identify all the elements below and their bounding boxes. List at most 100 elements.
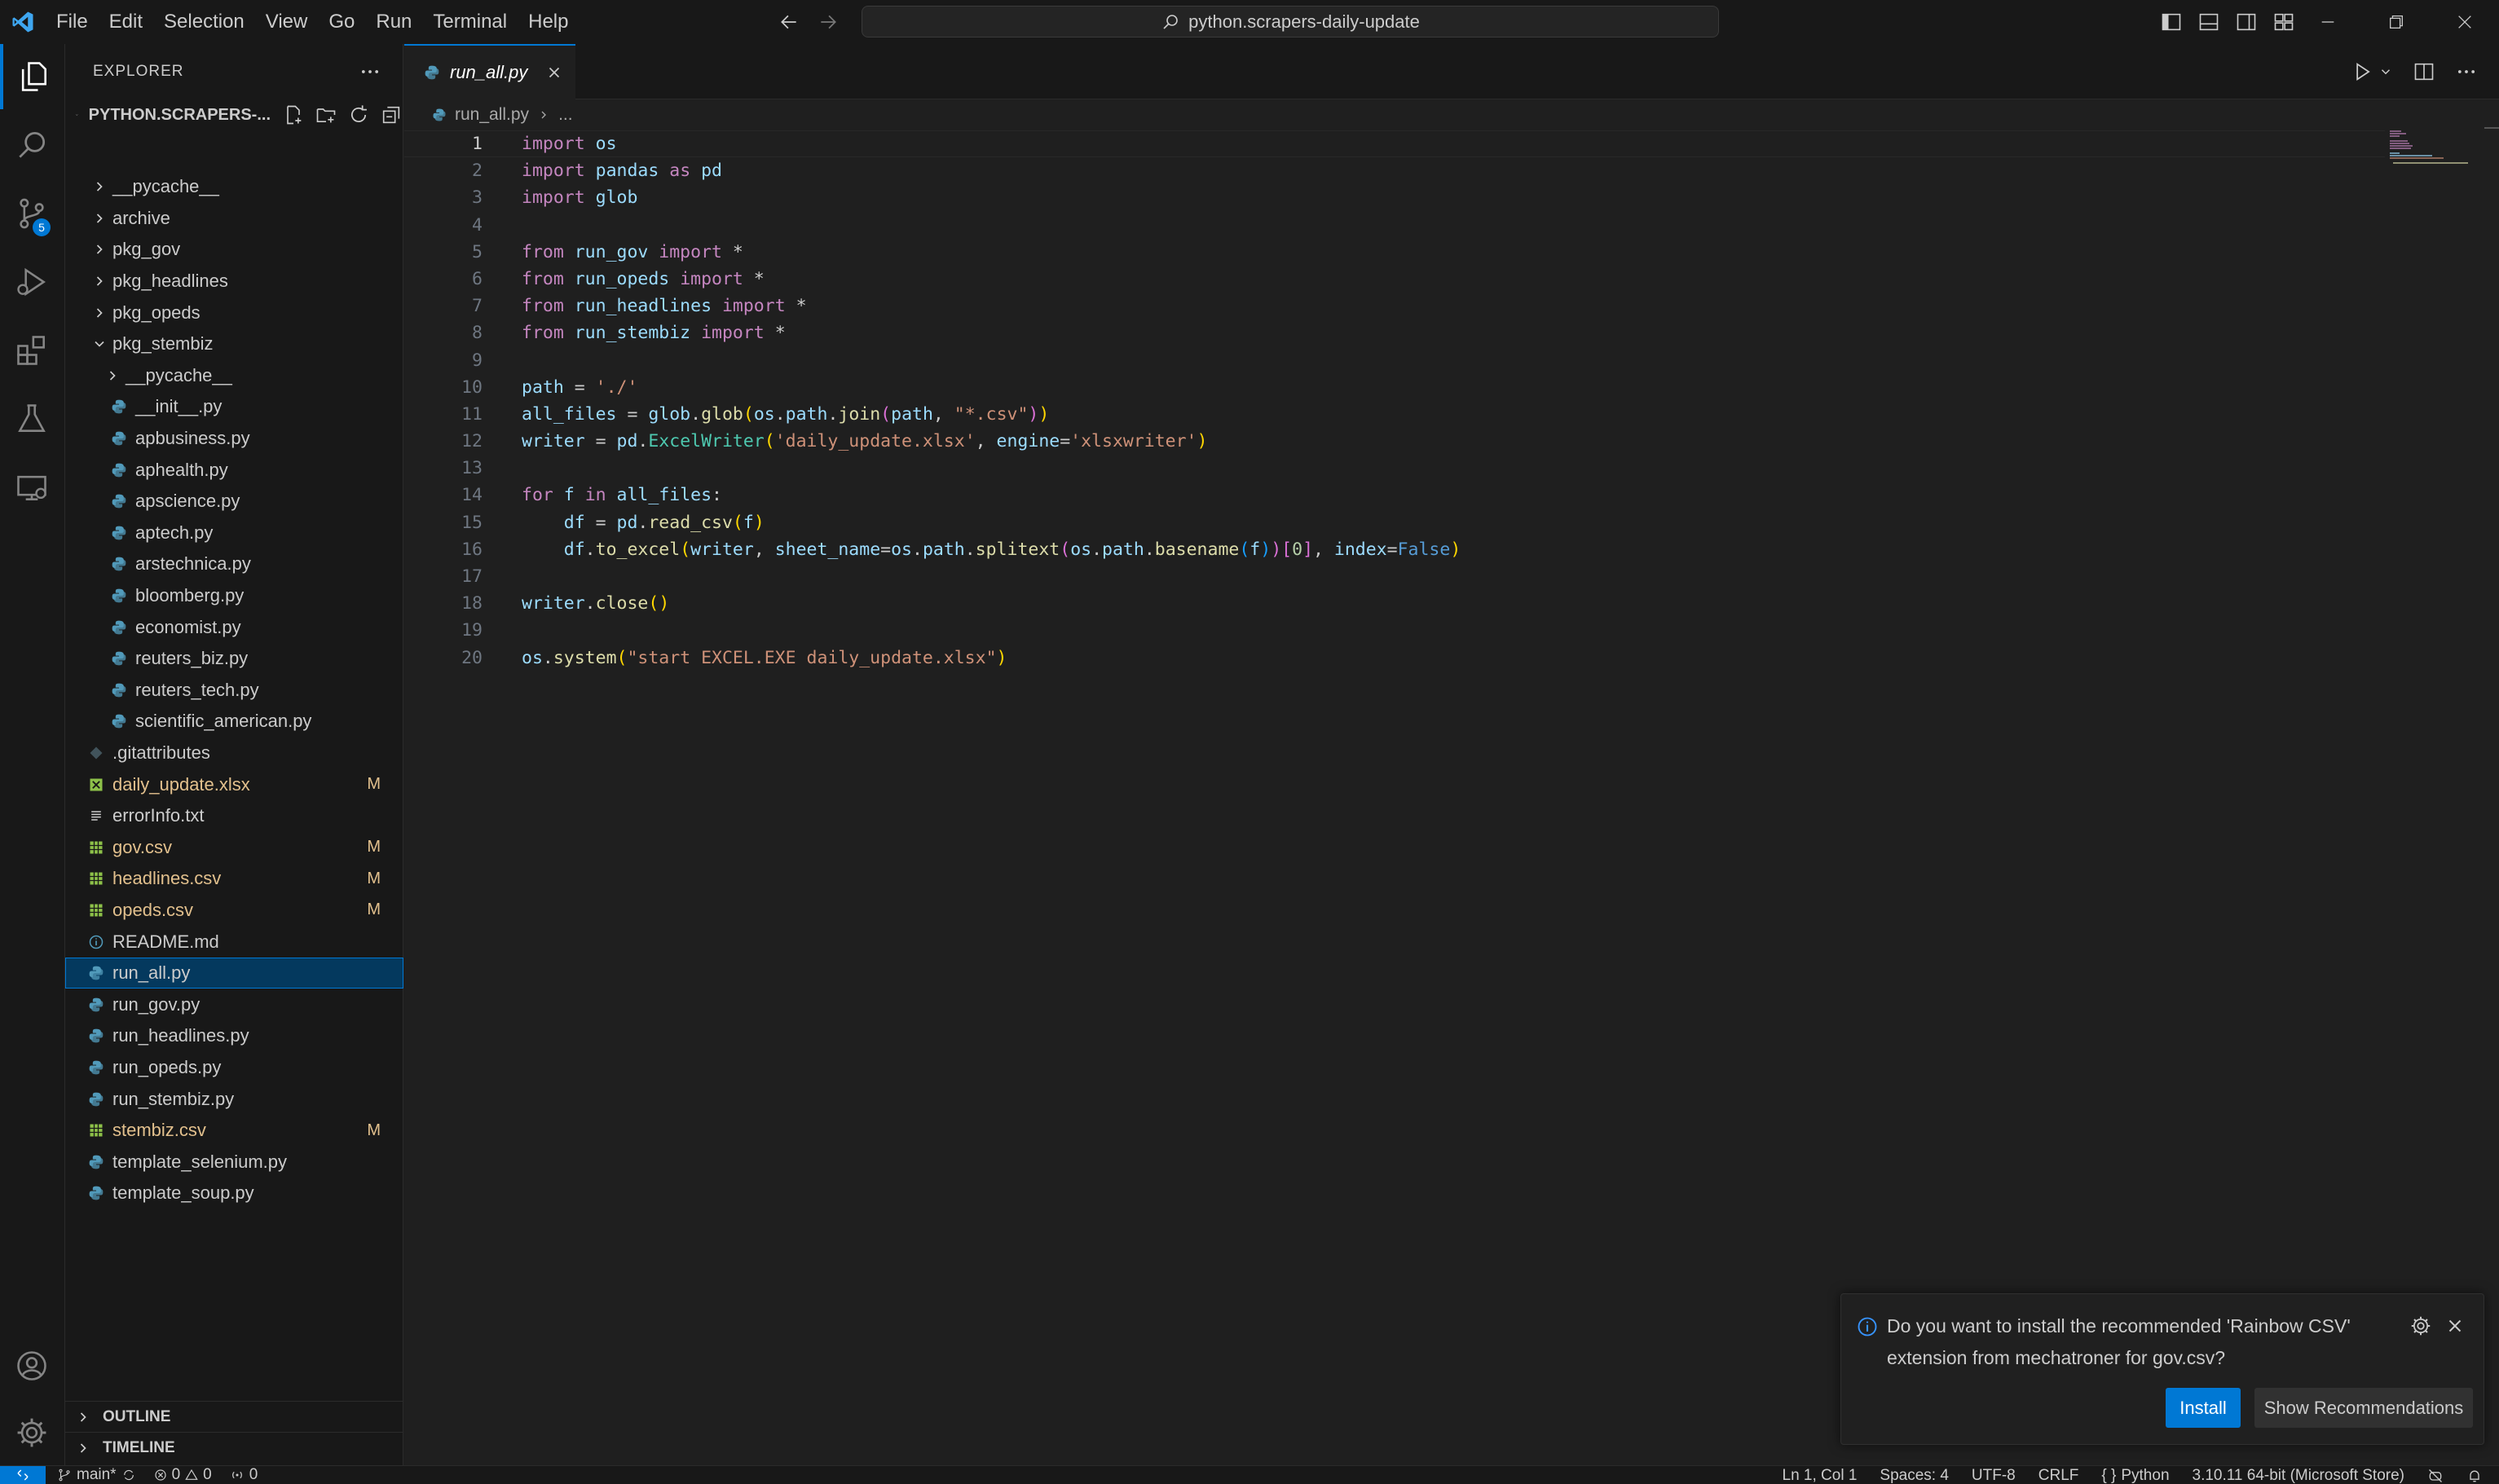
end-of-line[interactable]: CRLF [2038, 1467, 2079, 1484]
python-interpreter[interactable]: 3.10.11 64-bit (Microsoft Store) [2193, 1467, 2404, 1484]
tree-file[interactable]: bloomberg.py [65, 580, 403, 612]
menu-view[interactable]: View [255, 0, 319, 44]
tree-file[interactable]: run_gov.py [65, 989, 403, 1020]
code-line[interactable]: 19 [404, 617, 2360, 644]
menu-run[interactable]: Run [365, 0, 422, 44]
code-line[interactable]: 2 import pandas as pd [404, 157, 2360, 184]
refresh-icon[interactable] [347, 103, 370, 126]
notifications-bell-icon[interactable] [2466, 1468, 2483, 1484]
copilot-disabled-icon[interactable] [2427, 1468, 2444, 1484]
extensions-activity-button[interactable] [0, 318, 64, 383]
cursor-position[interactable]: Ln 1, Col 1 [1783, 1467, 1858, 1484]
code-line[interactable]: 20 os.system("start EXCEL.EXE daily_updat… [404, 645, 2360, 672]
accounts-button[interactable] [0, 1333, 64, 1398]
code-line[interactable]: 14 for f in all_files: [404, 482, 2360, 509]
code-line[interactable]: 6 from run_opeds import * [404, 266, 2360, 293]
breadcrumb-file[interactable]: run_all.py [455, 105, 529, 125]
show-recommendations-button[interactable]: Show Recommendations [2254, 1388, 2473, 1428]
code-line[interactable]: 7 from run_headlines import * [404, 293, 2360, 319]
tree-folder[interactable]: pkg_opeds [65, 297, 403, 328]
tab-run-all-py[interactable]: run_all.py [404, 44, 575, 99]
tree-folder[interactable]: pkg_stembiz [65, 328, 403, 360]
restore-button[interactable] [2362, 0, 2431, 44]
toggle-panel-icon[interactable] [2197, 11, 2220, 33]
code-editor[interactable]: 1 import os 2 import pandas as pd 3 import gl… [404, 130, 2360, 672]
tree-file[interactable]: README.md [65, 926, 403, 958]
tree-file[interactable]: arstechnica.py [65, 548, 403, 580]
code-line[interactable]: 1 import os [404, 130, 2360, 157]
ports-indicator[interactable]: 0 [230, 1466, 258, 1484]
code-line[interactable]: 16 df.to_excel(writer, sheet_name=os.pat… [404, 536, 2360, 563]
tree-file[interactable]: run_stembiz.py [65, 1083, 403, 1115]
source-control-activity-button[interactable]: 5 [0, 181, 64, 246]
problems-indicator[interactable]: 0 0 [154, 1466, 212, 1484]
explorer-activity-button[interactable] [0, 44, 64, 109]
tree-file[interactable]: headlines.csv M [65, 863, 403, 895]
workspace-root-header[interactable]: PYTHON.SCRAPERS-... [65, 99, 403, 130]
timeline-section[interactable]: TIMELINE [65, 1432, 403, 1463]
tree-file[interactable]: __init__.py [65, 391, 403, 423]
new-folder-icon[interactable] [315, 103, 337, 126]
tree-file[interactable]: apbusiness.py [65, 423, 403, 455]
more-actions-icon[interactable] [359, 60, 381, 83]
sync-icon[interactable] [121, 1468, 136, 1482]
outline-section[interactable]: OUTLINE [65, 1401, 403, 1432]
tree-folder[interactable]: archive [65, 203, 403, 235]
branch-indicator[interactable]: main* [57, 1466, 136, 1484]
code-line[interactable]: 11 all_files = glob.glob(os.path.join(pat… [404, 401, 2360, 428]
menu-selection[interactable]: Selection [153, 0, 255, 44]
back-arrow-icon[interactable] [778, 11, 800, 33]
tree-file[interactable]: apscience.py [65, 486, 403, 517]
close-tab-icon[interactable] [545, 64, 563, 81]
tree-file[interactable]: stembiz.csv M [65, 1115, 403, 1147]
breadcrumb-more[interactable]: ... [558, 105, 573, 125]
tree-file[interactable]: daily_update.xlsx M [65, 768, 403, 800]
remote-indicator[interactable] [0, 1466, 46, 1484]
code-line[interactable]: 8 from run_stembiz import * [404, 319, 2360, 346]
tree-file[interactable]: economist.py [65, 611, 403, 643]
code-line[interactable]: 9 [404, 347, 2360, 374]
close-window-button[interactable] [2431, 0, 2499, 44]
collapse-all-icon[interactable] [380, 103, 403, 126]
code-line[interactable]: 13 [404, 455, 2360, 482]
encoding[interactable]: UTF-8 [1972, 1467, 2016, 1484]
remote-explorer-activity-button[interactable] [0, 455, 64, 520]
tree-folder[interactable]: pkg_gov [65, 234, 403, 266]
tree-file[interactable]: errorInfo.txt [65, 800, 403, 832]
new-file-icon[interactable] [282, 103, 305, 126]
tree-file[interactable]: reuters_tech.py [65, 675, 403, 707]
code-line[interactable]: 5 from run_gov import * [404, 239, 2360, 266]
split-editor-icon[interactable] [2413, 60, 2435, 83]
tree-file[interactable]: scientific_american.py [65, 706, 403, 738]
code-line[interactable]: 3 import glob [404, 184, 2360, 211]
toggle-secondary-sidebar-icon[interactable] [2235, 11, 2258, 33]
tree-file[interactable]: template_selenium.py [65, 1146, 403, 1178]
gear-icon[interactable] [2409, 1314, 2433, 1338]
run-debug-activity-button[interactable] [0, 249, 64, 315]
tree-file[interactable]: .gitattributes [65, 738, 403, 769]
code-line[interactable]: 10 path = './' [404, 374, 2360, 401]
tree-file[interactable]: aptech.py [65, 517, 403, 549]
tree-folder[interactable]: __pycache__ [65, 171, 403, 203]
tree-file[interactable]: run_headlines.py [65, 1020, 403, 1052]
menu-terminal[interactable]: Terminal [422, 0, 518, 44]
command-center-search[interactable]: python.scrapers-daily-update [862, 6, 1719, 37]
minimap[interactable] [2390, 130, 2471, 166]
tree-folder[interactable]: pkg_headlines [65, 266, 403, 297]
menu-help[interactable]: Help [518, 0, 579, 44]
menu-file[interactable]: File [46, 0, 99, 44]
run-python-file-icon[interactable] [2351, 60, 2373, 83]
tree-file[interactable]: run_all.py [65, 957, 403, 989]
code-line[interactable]: 18 writer.close() [404, 590, 2360, 617]
code-line[interactable]: 17 [404, 563, 2360, 590]
menu-go[interactable]: Go [318, 0, 365, 44]
testing-activity-button[interactable] [0, 386, 64, 451]
tree-folder[interactable]: __pycache__ [65, 360, 403, 392]
tree-file[interactable]: run_opeds.py [65, 1052, 403, 1084]
code-line[interactable]: 4 [404, 212, 2360, 239]
language-mode[interactable]: { } Python [2101, 1467, 2169, 1484]
code-line[interactable]: 12 writer = pd.ExcelWriter('daily_update.… [404, 428, 2360, 455]
forward-arrow-icon[interactable] [818, 11, 839, 33]
manage-button[interactable] [0, 1400, 64, 1465]
indentation[interactable]: Spaces: 4 [1880, 1467, 1949, 1484]
